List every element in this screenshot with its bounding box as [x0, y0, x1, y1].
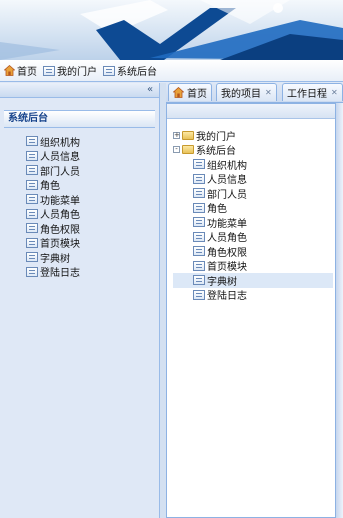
- document-icon: [26, 150, 38, 161]
- sidebar-item-staff-roles[interactable]: 人员角色: [26, 207, 159, 222]
- sidebar-item-label: 功能菜单: [40, 195, 80, 207]
- tree-leaf-home-modules[interactable]: 首页模块: [173, 259, 333, 274]
- tree-leaf-staff-info[interactable]: 人员信息: [173, 172, 333, 187]
- sidebar-item-label: 角色: [40, 181, 60, 193]
- expand-toggle-icon[interactable]: +: [173, 131, 180, 139]
- document-icon: [26, 208, 38, 219]
- sidebar-item-label: 字典树: [40, 253, 70, 265]
- top-nav-toolbar: 首页 我的门户 系统后台: [0, 60, 343, 82]
- tree-leaf-label: 部门人员: [207, 189, 247, 201]
- nav-my-portal-label: 我的门户: [57, 67, 97, 78]
- tree-leaf-label: 角色: [207, 204, 227, 216]
- tree-leaf-label: 组织机构: [207, 160, 247, 172]
- content-header-bar: [167, 104, 335, 119]
- document-icon: [26, 179, 38, 190]
- sidebar-item-label: 角色权限: [40, 224, 80, 236]
- tree-node-label: 我的门户: [196, 131, 236, 143]
- tree-leaf-label: 登陆日志: [207, 291, 247, 303]
- banner-graphic: [0, 0, 343, 60]
- sidebar-item-roles[interactable]: 角色: [26, 178, 159, 193]
- nav-my-portal[interactable]: 我的门户: [43, 63, 97, 78]
- tree-leaf-function-menu[interactable]: 功能菜单: [173, 215, 333, 230]
- nav-system-admin-label: 系统后台: [117, 67, 157, 78]
- nav-system-admin[interactable]: 系统后台: [103, 63, 157, 78]
- document-icon: [193, 275, 205, 286]
- right-scroll-strip[interactable]: [336, 103, 343, 518]
- tree-leaf-dictionary-tree[interactable]: 字典树: [173, 273, 333, 288]
- tree-leaf-staff-roles[interactable]: 人员角色: [173, 230, 333, 245]
- sidebar-item-label: 组织机构: [40, 137, 80, 149]
- document-icon: [43, 65, 55, 76]
- sidebar-item-home-modules[interactable]: 首页模块: [26, 236, 159, 251]
- collapse-double-chevron-icon[interactable]: «: [144, 84, 156, 95]
- tab-work-schedule-label: 工作日程: [287, 89, 327, 100]
- tree-leaf-login-log[interactable]: 登陆日志: [173, 288, 333, 303]
- tree-leaf-org[interactable]: 组织机构: [173, 157, 333, 172]
- sidebar-item-label: 人员信息: [40, 152, 80, 164]
- folder-icon: [182, 130, 194, 140]
- sidebar-header-bar: «: [0, 83, 159, 98]
- collapse-toggle-icon[interactable]: -: [173, 146, 180, 154]
- document-icon: [26, 223, 38, 234]
- sidebar-item-label: 人员角色: [40, 210, 80, 222]
- document-icon: [193, 246, 205, 257]
- sidebar-menu: 组织机构 人员信息 部门人员 角色 功能菜单 人员角色 角色权限 首页模块 字典…: [26, 134, 159, 279]
- close-icon[interactable]: ✕: [331, 88, 338, 97]
- sidebar-item-dept-staff[interactable]: 部门人员: [26, 163, 159, 178]
- main-content-panel: + 我的门户 - 系统后台 组织机构 人员信息 部门人员 角色 功能菜单 人员角…: [166, 103, 336, 518]
- sidebar-item-dictionary-tree[interactable]: 字典树: [26, 250, 159, 265]
- tab-my-projects-label: 我的项目: [221, 89, 261, 100]
- folder-open-icon: [182, 145, 194, 155]
- left-sidebar: « 系统后台 组织机构 人员信息 部门人员 角色 功能菜单 人员角色 角色权限 …: [0, 83, 160, 518]
- document-icon: [193, 188, 205, 199]
- sidebar-item-staff-info[interactable]: 人员信息: [26, 149, 159, 164]
- sidebar-item-label: 部门人员: [40, 166, 80, 178]
- document-icon: [193, 260, 205, 271]
- sidebar-item-label: 登陆日志: [40, 268, 80, 280]
- sidebar-item-role-permissions[interactable]: 角色权限: [26, 221, 159, 236]
- tree-leaf-label: 首页模块: [207, 262, 247, 274]
- tree-leaf-roles[interactable]: 角色: [173, 201, 333, 216]
- tree-leaf-label: 角色权限: [207, 247, 247, 259]
- sidebar-item-function-menu[interactable]: 功能菜单: [26, 192, 159, 207]
- document-icon: [26, 136, 38, 147]
- tab-home-label: 首页: [187, 89, 207, 100]
- document-icon: [193, 231, 205, 242]
- home-icon: [173, 87, 184, 98]
- header-banner: [0, 0, 343, 60]
- document-icon: [26, 237, 38, 248]
- home-icon: [4, 65, 15, 76]
- tab-home[interactable]: 首页: [168, 83, 212, 101]
- tree-node-my-portal[interactable]: + 我的门户: [173, 128, 333, 143]
- sidebar-title: 系统后台: [4, 110, 155, 128]
- tree-leaf-label: 字典树: [207, 276, 237, 288]
- tree-leaf-label: 人员信息: [207, 175, 247, 187]
- tree-node-label: 系统后台: [196, 146, 236, 158]
- tab-work-schedule[interactable]: 工作日程 ✕: [282, 83, 343, 101]
- tree-leaf-label: 人员角色: [207, 233, 247, 245]
- navigation-tree: + 我的门户 - 系统后台 组织机构 人员信息 部门人员 角色 功能菜单 人员角…: [173, 128, 333, 302]
- tab-strip: 首页 我的项目 ✕ 工作日程 ✕: [166, 82, 343, 103]
- sidebar-item-org[interactable]: 组织机构: [26, 134, 159, 149]
- sidebar-item-login-log[interactable]: 登陆日志: [26, 265, 159, 280]
- document-icon: [26, 194, 38, 205]
- document-icon: [193, 289, 205, 300]
- close-icon[interactable]: ✕: [265, 88, 272, 97]
- nav-home[interactable]: 首页: [4, 63, 37, 78]
- document-icon: [193, 202, 205, 213]
- document-icon: [193, 217, 205, 228]
- sidebar-item-label: 首页模块: [40, 239, 80, 251]
- document-icon: [193, 173, 205, 184]
- document-icon: [26, 266, 38, 277]
- tree-node-system-admin[interactable]: - 系统后台: [173, 143, 333, 158]
- tree-leaf-dept-staff[interactable]: 部门人员: [173, 186, 333, 201]
- nav-home-label: 首页: [17, 67, 37, 78]
- document-icon: [103, 65, 115, 76]
- tree-leaf-role-permissions[interactable]: 角色权限: [173, 244, 333, 259]
- tab-my-projects[interactable]: 我的项目 ✕: [216, 83, 277, 101]
- document-icon: [26, 252, 38, 263]
- document-icon: [193, 159, 205, 170]
- document-icon: [26, 165, 38, 176]
- tree-leaf-label: 功能菜单: [207, 218, 247, 230]
